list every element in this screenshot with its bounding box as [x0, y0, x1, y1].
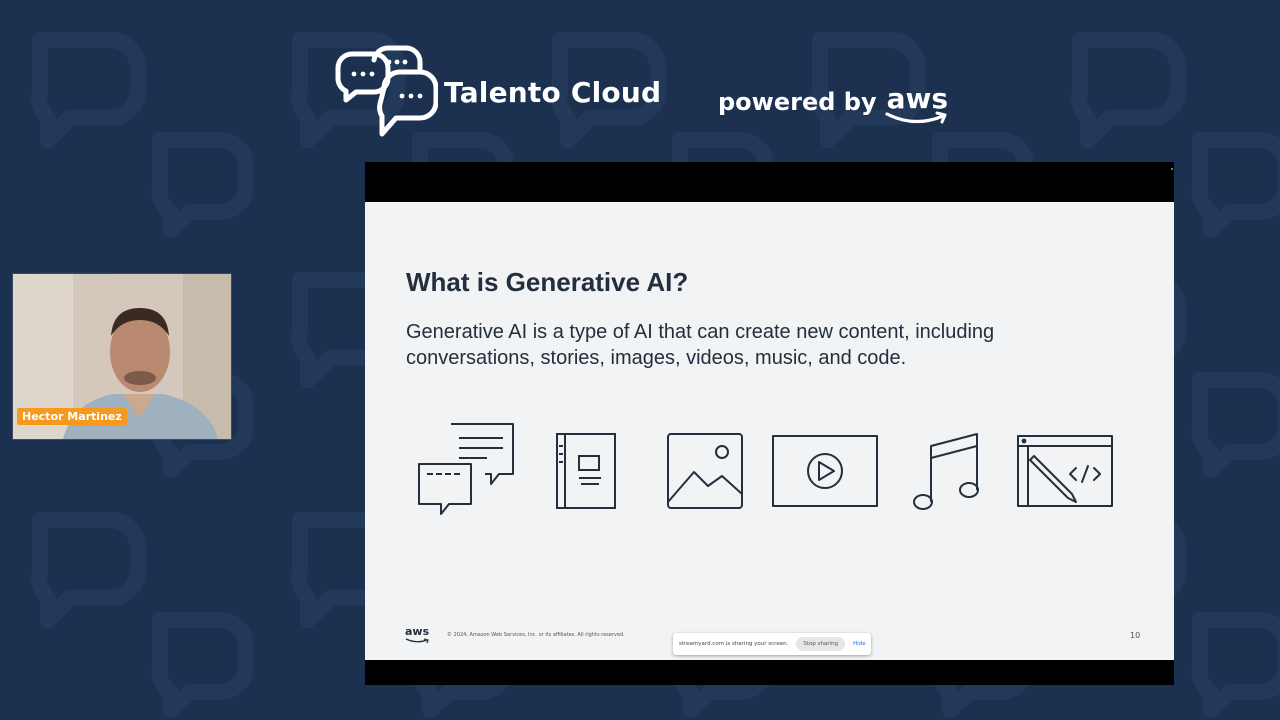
music-icon [913, 433, 979, 510]
presenter-video: Hector Martinez [12, 273, 232, 440]
powered-by-aws: powered by aws [718, 82, 951, 130]
slide-aws-logo: aws [405, 626, 431, 644]
book-icon [556, 433, 616, 509]
brand-name: Talento Cloud [444, 75, 662, 109]
slide-title: What is Generative AI? [406, 267, 689, 297]
slide-page-number: 10 [1130, 631, 1141, 640]
talento-cloud-logo-icon [335, 45, 438, 137]
shared-screen: What is Generative AI? Generative AI is … [365, 162, 1174, 685]
brand-header: Talento Cloud [334, 44, 661, 140]
video-icon [772, 435, 878, 507]
conversation-icon [418, 423, 514, 515]
screen-share-bar: streamyard.com is sharing your screen. S… [673, 633, 871, 655]
slide-copyright: © 2024, Amazon Web Services, Inc. or its… [447, 632, 625, 638]
aws-smile-small-icon [405, 638, 429, 644]
stop-sharing-button[interactable]: Stop sharing [796, 637, 846, 651]
aws-smile-icon [884, 111, 947, 124]
code-icon [1017, 435, 1113, 507]
slide-aws-logo-text: aws [405, 625, 430, 638]
presenter-name-tag: Hector Martinez [17, 408, 127, 425]
image-icon [667, 433, 743, 509]
share-message: streamyard.com is sharing your screen. [679, 641, 789, 647]
slide-body-text: Generative AI is a type of AI that can c… [406, 321, 995, 369]
presentation-slide: What is Generative AI? Generative AI is … [365, 202, 1174, 660]
indicator-dot [1171, 168, 1173, 170]
hide-button[interactable]: Hide [853, 641, 866, 647]
aws-logo: aws [884, 82, 951, 130]
powered-by-text: powered by [718, 88, 877, 116]
